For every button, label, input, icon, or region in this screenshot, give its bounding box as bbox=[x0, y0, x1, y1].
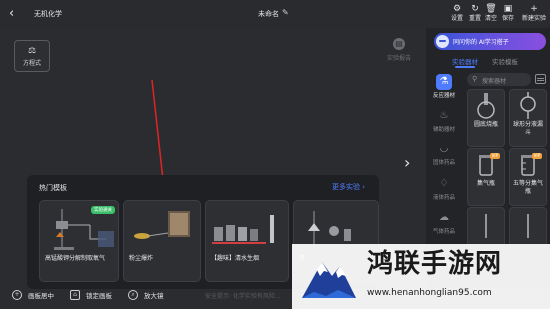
template-name: 高锰酸钾分解制取氧气 bbox=[45, 255, 106, 262]
equipment-item-divided-gas-jar[interactable]: VIP 五等分集气瓶 bbox=[509, 148, 547, 206]
safety-note: 安全提示: 化学实验有风险... bbox=[205, 293, 281, 300]
bowl-icon: ◡ bbox=[439, 143, 449, 154]
search-icon: ⚲ bbox=[472, 75, 478, 83]
settings-label: 设置 bbox=[450, 15, 463, 22]
category-auxiliary-equipment[interactable]: ♨ 辅助器材 bbox=[428, 108, 460, 133]
tab-templates[interactable]: 实验模板 bbox=[492, 56, 518, 66]
template-card-kmno4[interactable]: 实验通关 高锰酸钾分解制取氧气 bbox=[39, 200, 119, 282]
report-label: 实验报告 bbox=[386, 55, 411, 62]
equipment-item-round-flask[interactable]: 圆底烧瓶 bbox=[467, 89, 505, 147]
category-gas-chemicals[interactable]: ☁ 气体药品 bbox=[428, 210, 460, 235]
lock-icon: ⌂ bbox=[70, 290, 80, 300]
app-title: 无机化学 bbox=[34, 10, 62, 18]
equation-icon: ⚖ bbox=[27, 46, 37, 56]
settings-button[interactable]: ⚙ 设置 bbox=[448, 4, 466, 26]
document-title[interactable]: 未命名 bbox=[258, 9, 279, 19]
cloud-icon: ☁ bbox=[439, 212, 449, 223]
equipment-item-partial[interactable] bbox=[467, 207, 505, 247]
category-label: 辅助器材 bbox=[432, 127, 455, 133]
round-flask-icon bbox=[477, 93, 495, 119]
save-button[interactable]: ▣ 保存 bbox=[499, 4, 517, 26]
magnifier-label: 放大镜 bbox=[144, 292, 164, 300]
equation-button[interactable]: ⚖ 方程式 bbox=[14, 40, 50, 72]
watermark-title: 鸿联手游网 bbox=[367, 249, 503, 279]
crosshair-icon: + bbox=[12, 290, 22, 300]
template-card-water-smoke[interactable]: 【趣味】清水生烟 bbox=[205, 200, 289, 282]
template-name: 【趣味】清水生烟 bbox=[211, 255, 260, 262]
equipment-item-partial[interactable] bbox=[509, 207, 547, 247]
vip-badge: VIP bbox=[489, 153, 500, 159]
watermark-url: www.henanhonglian95.com bbox=[367, 288, 492, 298]
vip-badge: VIP bbox=[531, 153, 542, 159]
equipment-label: 球形分液漏斗 bbox=[512, 121, 543, 136]
equipment-item-gas-jar[interactable]: VIP 集气瓶 bbox=[467, 148, 505, 206]
report-button[interactable]: ▤ 实验报告 bbox=[384, 38, 414, 62]
hot-templates-title: 热门模板 bbox=[39, 184, 67, 192]
equation-label: 方程式 bbox=[22, 60, 41, 67]
category-reaction-equipment[interactable]: ⚗ 反应器材 bbox=[428, 74, 460, 99]
droplet-icon: ♢ bbox=[439, 178, 449, 189]
ai-banner-text: 同问你的 AI学习搭子 bbox=[453, 39, 509, 46]
lock-canvas-button[interactable]: ⌂ 锁定画板 bbox=[70, 289, 112, 301]
robot-icon bbox=[436, 35, 449, 48]
active-tab-indicator bbox=[455, 66, 475, 68]
status-badge: 实验通关 bbox=[91, 206, 115, 214]
new-experiment-label: 新建实验 bbox=[521, 15, 546, 22]
magnifier-icon: ⌕ bbox=[128, 290, 138, 300]
pencil-icon[interactable]: ✎ bbox=[282, 8, 289, 17]
watermark-overlay: 鸿联手游网 www.henanhonglian95.com bbox=[292, 244, 550, 309]
equipment-label: 集气瓶 bbox=[476, 180, 495, 187]
lock-canvas-label: 锁定画板 bbox=[86, 292, 112, 300]
tube-icon bbox=[527, 214, 529, 238]
category-solid-chemicals[interactable]: ◡ 固体药品 bbox=[428, 141, 460, 166]
center-canvas-button[interactable]: + 画板居中 bbox=[12, 289, 54, 301]
category-liquid-chemicals[interactable]: ♢ 液体药品 bbox=[428, 176, 460, 201]
mountain-logo-icon bbox=[302, 262, 356, 298]
tab-equipment[interactable]: 实验器材 bbox=[452, 56, 478, 66]
top-bar: ‹ 无机化学 未命名 ✎ ⚙ 设置 ↻ 重置 🗑 清空 ▣ 保存 + 新建实验 bbox=[0, 0, 550, 28]
equipment-label: 圆底烧瓶 bbox=[473, 121, 498, 128]
template-name: 粉尘爆炸 bbox=[129, 255, 154, 262]
ai-assistant-banner[interactable]: 同问你的 AI学习搭子 bbox=[434, 33, 546, 50]
new-experiment-button[interactable]: + 新建实验 bbox=[521, 4, 547, 26]
report-icon: ▤ bbox=[393, 38, 405, 50]
save-icon: ▣ bbox=[503, 4, 513, 14]
chevron-right-icon[interactable]: › bbox=[404, 154, 410, 172]
category-label: 液体药品 bbox=[432, 195, 455, 201]
save-label: 保存 bbox=[501, 15, 514, 22]
flask-icon: ⚗ bbox=[436, 74, 452, 90]
template-card-dust-explosion[interactable]: 粉尘爆炸 bbox=[123, 200, 201, 282]
template-thumbnail bbox=[134, 211, 190, 239]
funnel-icon bbox=[520, 92, 536, 119]
lamp-icon: ♨ bbox=[439, 110, 449, 121]
search-placeholder: 搜索器材 bbox=[482, 78, 507, 85]
category-label: 气体药品 bbox=[432, 229, 455, 235]
category-label: 反应器材 bbox=[432, 93, 455, 99]
equipment-item-separatory-funnel[interactable]: 球形分液漏斗 bbox=[509, 89, 547, 147]
equipment-label: 五等分集气瓶 bbox=[512, 180, 543, 195]
magnifier-button[interactable]: ⌕ 放大镜 bbox=[128, 289, 164, 301]
trash-icon: 🗑 bbox=[485, 4, 497, 14]
clear-button[interactable]: 🗑 清空 bbox=[482, 4, 500, 26]
template-thumbnail bbox=[212, 215, 274, 244]
clear-label: 清空 bbox=[484, 15, 497, 22]
category-label: 固体药品 bbox=[432, 160, 455, 166]
back-button[interactable]: ‹ bbox=[9, 7, 21, 21]
equipment-search-input[interactable]: ⚲ 搜索器材 bbox=[467, 73, 531, 86]
center-canvas-label: 画板居中 bbox=[28, 292, 54, 300]
settings-icon: ⚙ bbox=[452, 4, 462, 14]
more-experiments-label: 更多实验 bbox=[331, 183, 360, 191]
plus-icon: + bbox=[530, 4, 538, 14]
more-experiments-link[interactable]: 更多实验 › bbox=[332, 182, 365, 192]
keyboard-icon[interactable] bbox=[535, 74, 546, 84]
tube-icon bbox=[485, 214, 487, 238]
